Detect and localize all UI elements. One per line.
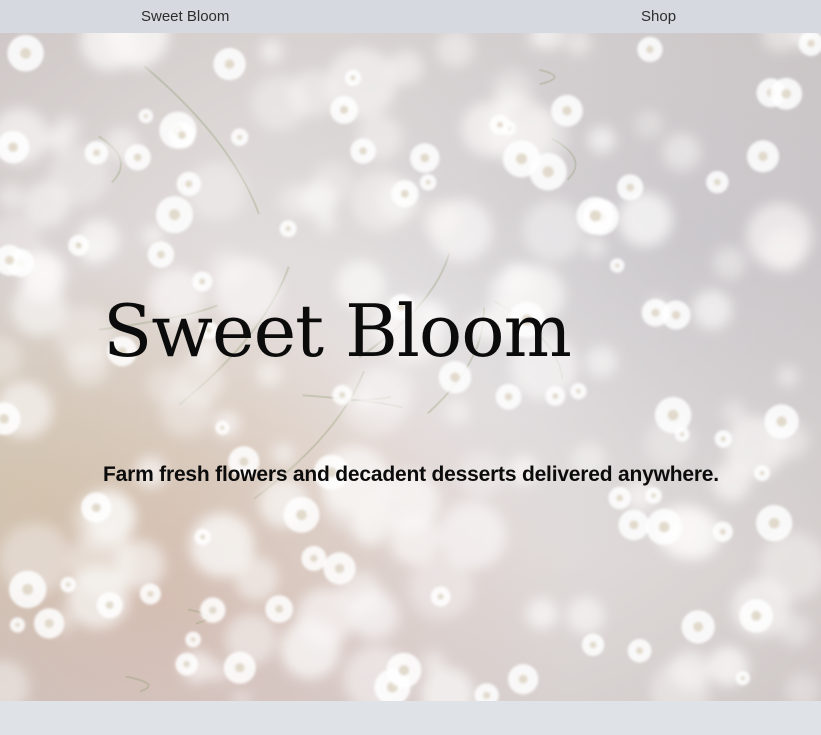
footer-strip bbox=[0, 701, 821, 735]
hero-title: Sweet Bloom bbox=[103, 289, 572, 373]
hero-section: Sweet Bloom Farm fresh flowers and decad… bbox=[0, 33, 821, 701]
nav-brand-link[interactable]: Sweet Bloom bbox=[141, 0, 229, 33]
hero-subtitle: Farm fresh flowers and decadent desserts… bbox=[103, 463, 719, 486]
nav-shop-link[interactable]: Shop bbox=[641, 0, 676, 33]
navbar: Sweet Bloom Shop bbox=[0, 0, 821, 33]
